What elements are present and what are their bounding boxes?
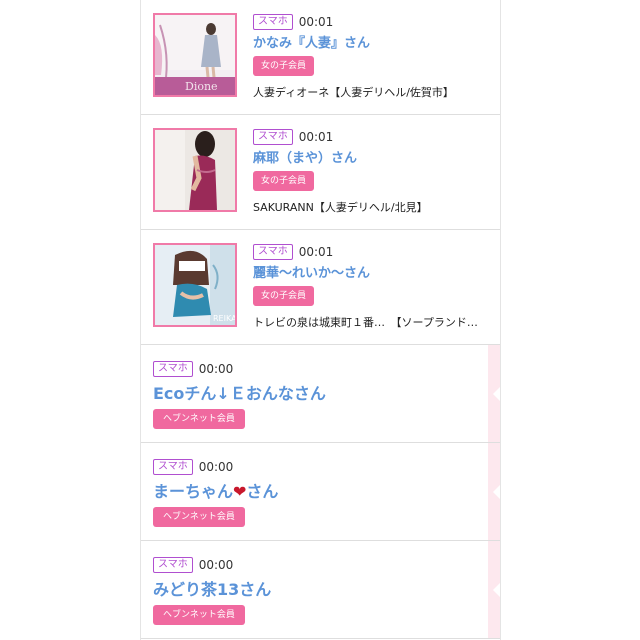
membership-badge: 女の子会員 xyxy=(253,171,315,191)
list-item[interactable]: スマホ 00:00 Ecoチん↓Ｅおんなさん ヘブンネット会員 xyxy=(141,345,500,443)
list-item[interactable]: REIKA スマホ 00:01 麗華〜れいか〜さん 女の子会員 トレビの泉は城東… xyxy=(141,230,500,345)
login-time: 00:01 xyxy=(298,130,334,144)
shop-name: 人妻ディオーネ【人妻デリヘル/佐賀市】 xyxy=(253,86,454,99)
photo-text: REIKA xyxy=(213,314,235,323)
login-time: 00:00 xyxy=(198,460,234,474)
login-time: 00:01 xyxy=(298,15,334,29)
shop-name: SAKURANN【人妻デリヘル/北見】 xyxy=(253,201,428,214)
device-badge: スマホ xyxy=(153,459,193,475)
photo-text: Dione xyxy=(185,80,218,93)
member-name-link[interactable]: みどり茶13さん xyxy=(153,579,271,601)
member-name-link[interactable]: まーちゃん❤さん xyxy=(153,481,278,503)
login-time: 00:00 xyxy=(198,362,234,376)
device-badge: スマホ xyxy=(253,129,293,145)
membership-badge: 女の子会員 xyxy=(253,286,315,306)
device-badge: スマホ xyxy=(153,361,193,377)
list-item[interactable]: スマホ 00:00 みどり茶13さん ヘブンネット会員 xyxy=(141,541,500,639)
member-name-link[interactable]: かなみ『人妻』さん xyxy=(253,34,496,53)
device-badge: スマホ xyxy=(153,557,193,573)
member-name-link[interactable]: 麻耶（まや）さん xyxy=(253,149,496,168)
member-name-link[interactable]: 麗華〜れいか〜さん xyxy=(253,264,496,283)
side-stripe xyxy=(488,443,500,540)
shop-name: トレビの泉は城東町１番… 【ソープランド… xyxy=(253,316,478,329)
name-text: まーちゃん xyxy=(153,482,234,501)
device-badge: スマホ xyxy=(253,14,293,30)
member-name-link[interactable]: Ecoチん↓Ｅおんなさん xyxy=(153,383,326,405)
list-item[interactable]: スマホ 00:00 まーちゃん❤さん ヘブンネット会員 xyxy=(141,443,500,541)
online-feed: Dione スマホ 00:01 かなみ『人妻』さん 女の子会員 人妻ディオーネ【… xyxy=(140,0,501,640)
list-item[interactable]: スマホ 00:01 麻耶（まや）さん 女の子会員 SAKURANN【人妻デリヘル… xyxy=(141,115,500,230)
profile-photo[interactable] xyxy=(153,128,237,212)
membership-badge: ヘブンネット会員 xyxy=(153,409,245,429)
membership-badge: ヘブンネット会員 xyxy=(153,507,245,527)
login-time: 00:00 xyxy=(198,558,234,572)
membership-badge: ヘブンネット会員 xyxy=(153,605,245,625)
name-suffix: さん xyxy=(246,482,279,501)
profile-photo[interactable]: REIKA xyxy=(153,243,237,327)
side-stripe xyxy=(488,541,500,638)
login-time: 00:01 xyxy=(298,245,334,259)
membership-badge: 女の子会員 xyxy=(253,56,315,76)
list-item[interactable]: Dione スマホ 00:01 かなみ『人妻』さん 女の子会員 人妻ディオーネ【… xyxy=(141,0,500,115)
profile-photo[interactable]: Dione xyxy=(153,13,237,97)
side-stripe xyxy=(488,345,500,442)
heart-icon: ❤ xyxy=(233,482,247,501)
device-badge: スマホ xyxy=(253,244,293,260)
